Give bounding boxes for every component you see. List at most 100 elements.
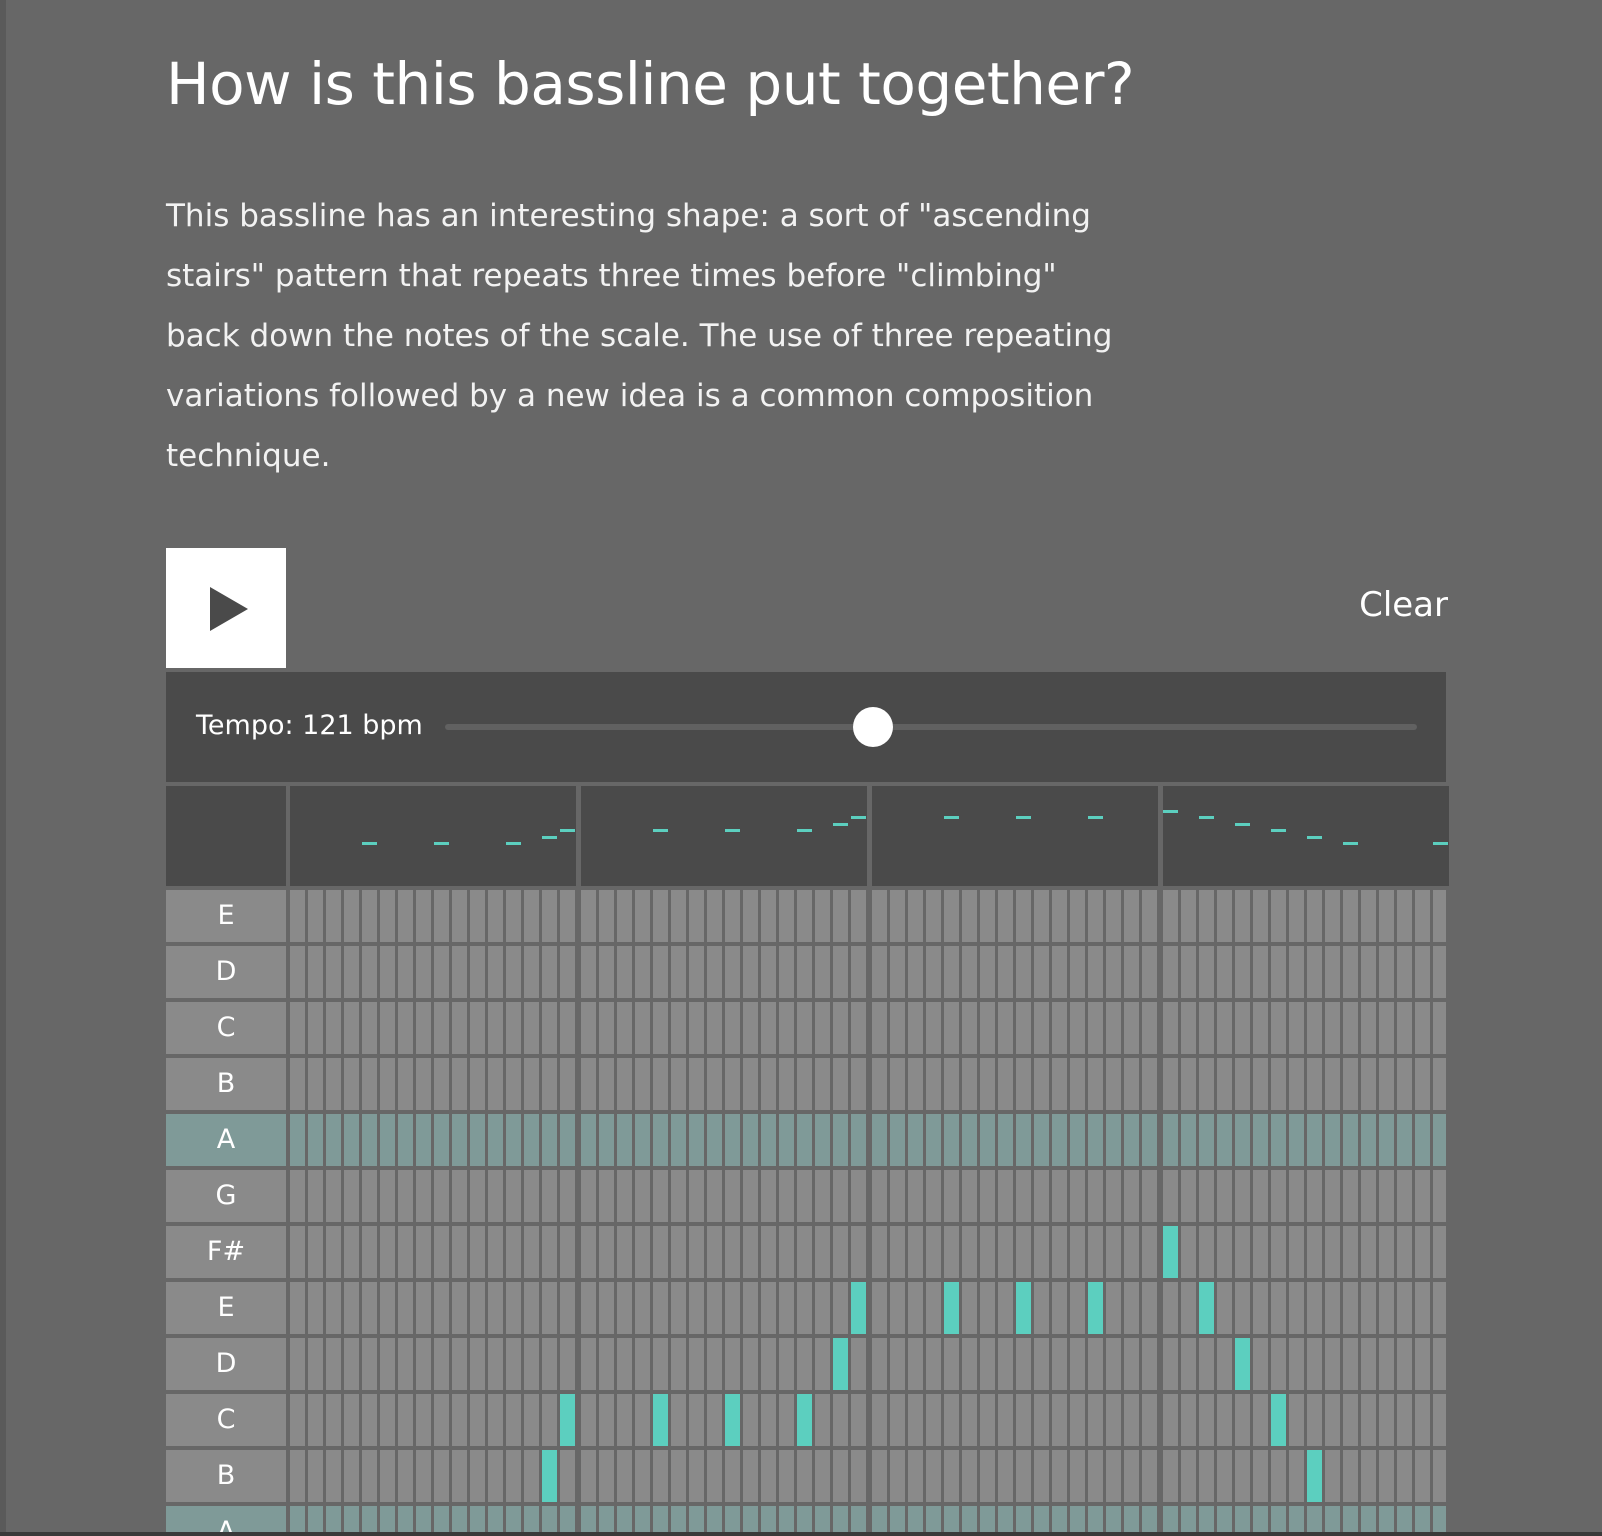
step-cell[interactable] [1199, 946, 1214, 998]
step-cell[interactable] [998, 1170, 1013, 1222]
step-cell[interactable] [1325, 1002, 1340, 1054]
step-cell[interactable] [779, 1002, 794, 1054]
step-cell[interactable] [635, 1226, 650, 1278]
step-cell[interactable] [833, 946, 848, 998]
step-cell[interactable] [488, 1058, 503, 1110]
step-cell[interactable] [452, 1338, 467, 1390]
step-cell[interactable] [851, 1114, 866, 1166]
step-cell[interactable] [344, 1282, 359, 1334]
step-cell[interactable] [326, 1394, 341, 1446]
step-cell[interactable] [416, 1282, 431, 1334]
step-cell[interactable] [488, 1338, 503, 1390]
step-cell-active[interactable] [653, 1394, 668, 1446]
step-cell[interactable] [1052, 946, 1067, 998]
step-cell[interactable] [1181, 1058, 1196, 1110]
step-cell[interactable] [908, 1282, 923, 1334]
step-cell[interactable] [326, 890, 341, 942]
step-cell[interactable] [524, 1394, 539, 1446]
step-cell[interactable] [416, 1450, 431, 1502]
step-cell[interactable] [398, 1394, 413, 1446]
step-cell[interactable] [1343, 946, 1358, 998]
step-cell[interactable] [797, 1450, 812, 1502]
step-cell[interactable] [1343, 1450, 1358, 1502]
step-cell[interactable] [998, 1002, 1013, 1054]
step-cell[interactable] [1235, 1058, 1250, 1110]
step-cell-active[interactable] [1433, 1506, 1446, 1532]
step-cell[interactable] [671, 1338, 686, 1390]
step-cell[interactable] [1217, 890, 1232, 942]
step-cell[interactable] [1325, 1338, 1340, 1390]
step-cell[interactable] [1088, 890, 1103, 942]
step-cell[interactable] [707, 1450, 722, 1502]
step-cell[interactable] [1415, 1282, 1430, 1334]
step-cell[interactable] [890, 1282, 905, 1334]
step-cell[interactable] [1235, 1114, 1250, 1166]
step-cell[interactable] [1106, 1226, 1121, 1278]
step-cell[interactable] [560, 1450, 575, 1502]
step-cell[interactable] [617, 890, 632, 942]
step-cell[interactable] [1361, 890, 1376, 942]
step-cell[interactable] [362, 946, 377, 998]
step-cell[interactable] [1199, 1170, 1214, 1222]
step-cell[interactable] [1433, 1002, 1446, 1054]
step-cell[interactable] [671, 1394, 686, 1446]
step-cell[interactable] [797, 1226, 812, 1278]
step-cell[interactable] [689, 1394, 704, 1446]
step-cell[interactable] [833, 1114, 848, 1166]
step-cell[interactable] [326, 1338, 341, 1390]
step-cell[interactable] [488, 1170, 503, 1222]
step-cell[interactable] [743, 1394, 758, 1446]
step-cell[interactable] [1142, 1450, 1157, 1502]
step-cell[interactable] [290, 1058, 305, 1110]
step-cell[interactable] [488, 1114, 503, 1166]
step-cell[interactable] [761, 1282, 776, 1334]
step-cell[interactable] [653, 1114, 668, 1166]
step-cell[interactable] [380, 1114, 395, 1166]
step-cell[interactable] [1397, 1058, 1412, 1110]
step-cell[interactable] [980, 1226, 995, 1278]
step-cell[interactable] [581, 1170, 596, 1222]
step-cell[interactable] [1379, 1450, 1394, 1502]
step-cell[interactable] [815, 946, 830, 998]
step-cell[interactable] [1397, 1506, 1412, 1532]
step-cell[interactable] [926, 1450, 941, 1502]
step-cell[interactable] [524, 1282, 539, 1334]
step-cell[interactable] [1142, 1394, 1157, 1446]
step-cell[interactable] [1052, 1114, 1067, 1166]
step-cell[interactable] [362, 1114, 377, 1166]
step-cell[interactable] [524, 1058, 539, 1110]
step-cell[interactable] [362, 1002, 377, 1054]
step-cell[interactable] [890, 1506, 905, 1532]
step-cell[interactable] [1325, 1058, 1340, 1110]
step-cell[interactable] [488, 1450, 503, 1502]
step-cell[interactable] [599, 890, 614, 942]
step-cell[interactable] [908, 946, 923, 998]
step-cell[interactable] [689, 1282, 704, 1334]
step-cell[interactable] [434, 890, 449, 942]
step-cell[interactable] [1307, 1170, 1322, 1222]
step-cell[interactable] [761, 1058, 776, 1110]
step-cell[interactable] [542, 946, 557, 998]
step-cell[interactable] [1052, 1282, 1067, 1334]
step-cell[interactable] [290, 1394, 305, 1446]
step-cell[interactable] [1034, 1338, 1049, 1390]
step-cell[interactable] [653, 946, 668, 998]
step-cell[interactable] [851, 1394, 866, 1446]
step-cell[interactable] [290, 946, 305, 998]
step-cell[interactable] [1325, 1394, 1340, 1446]
step-cell[interactable] [797, 890, 812, 942]
step-cell[interactable] [581, 1394, 596, 1446]
step-cell[interactable] [1235, 1506, 1250, 1532]
step-cell[interactable] [1415, 1450, 1430, 1502]
step-cell[interactable] [1433, 1450, 1446, 1502]
step-cell[interactable] [725, 890, 740, 942]
step-cell[interactable] [980, 1002, 995, 1054]
step-cell[interactable] [599, 1282, 614, 1334]
step-cell[interactable] [290, 1506, 305, 1532]
step-cell[interactable] [1088, 1170, 1103, 1222]
step-cell[interactable] [560, 1170, 575, 1222]
step-cell[interactable] [998, 890, 1013, 942]
step-cell[interactable] [653, 1450, 668, 1502]
step-cell[interactable] [308, 1114, 323, 1166]
step-cell[interactable] [452, 1282, 467, 1334]
